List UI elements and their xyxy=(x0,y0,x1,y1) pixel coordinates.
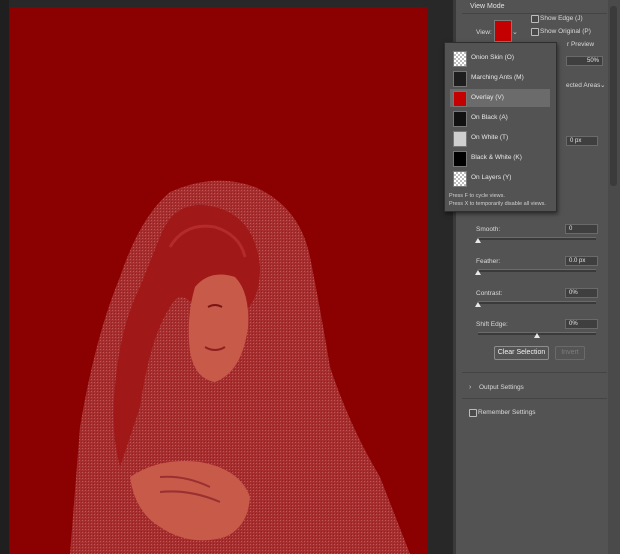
overlay-thumbnail-icon xyxy=(453,91,467,107)
menu-item-label: On Black (A) xyxy=(471,114,508,121)
menu-item-onion-skin[interactable]: Onion Skin (O) xyxy=(450,49,550,67)
on-white-thumbnail-icon xyxy=(453,131,467,147)
chevron-down-icon[interactable]: ⌄ xyxy=(600,81,605,89)
view-mode-menu: Onion Skin (O) Marching Ants (M) Overlay… xyxy=(444,42,557,212)
shift-edge-slider-thumb[interactable] xyxy=(534,333,540,338)
shift-edge-field[interactable]: 0% xyxy=(565,319,598,329)
display-dropdown[interactable]: ected Areas xyxy=(566,82,600,89)
menu-item-overlay[interactable]: Overlay (V) xyxy=(450,89,550,107)
chevron-right-icon[interactable]: › xyxy=(469,384,471,391)
section-divider xyxy=(462,13,607,14)
onion-skin-thumbnail-icon xyxy=(453,51,467,67)
portrait-image xyxy=(10,7,428,554)
view-mode-thumbnail[interactable] xyxy=(494,20,512,42)
feather-slider[interactable] xyxy=(478,269,596,272)
black-white-thumbnail-icon xyxy=(453,151,467,167)
contrast-slider[interactable] xyxy=(478,301,596,304)
menu-item-black-white[interactable]: Black & White (K) xyxy=(450,149,550,167)
canvas-gutter xyxy=(0,0,9,554)
menu-item-label: Overlay (V) xyxy=(471,94,504,101)
contrast-label: Contrast: xyxy=(476,290,503,297)
show-edge-label: Show Edge (J) xyxy=(540,15,583,22)
menu-hint: Press X to temporarily disable all views… xyxy=(449,201,546,207)
menu-hint: Press F to cycle views. xyxy=(449,193,505,199)
feather-slider-thumb[interactable] xyxy=(475,270,481,275)
photo-overlay-preview[interactable] xyxy=(10,7,428,554)
shift-edge-label: Shift Edge: xyxy=(476,321,508,328)
menu-item-on-white[interactable]: On White (T) xyxy=(450,129,550,147)
section-divider xyxy=(462,372,607,373)
invert-button[interactable]: Invert xyxy=(555,346,585,360)
panel-scrollbar-thumb[interactable] xyxy=(610,6,617,186)
smooth-slider[interactable] xyxy=(478,237,596,240)
preview-label: r Preview xyxy=(567,41,595,48)
smooth-slider-thumb[interactable] xyxy=(475,238,481,243)
remember-settings-checkbox[interactable] xyxy=(469,409,477,417)
menu-item-on-black[interactable]: On Black (A) xyxy=(450,109,550,127)
marching-ants-thumbnail-icon xyxy=(453,71,467,87)
view-mode-heading: View Mode xyxy=(470,3,505,10)
remember-settings-label: Remember Settings xyxy=(478,409,536,416)
menu-item-marching-ants[interactable]: Marching Ants (M) xyxy=(450,69,550,87)
menu-item-label: Onion Skin (O) xyxy=(471,54,514,61)
on-layers-thumbnail-icon xyxy=(453,171,467,187)
menu-item-label: On White (T) xyxy=(471,134,509,141)
show-edge-checkbox[interactable] xyxy=(531,15,539,23)
feather-label: Feather: xyxy=(476,258,501,265)
clear-selection-button[interactable]: Clear Selection xyxy=(494,346,549,360)
menu-item-label: Black & White (K) xyxy=(471,154,522,161)
smooth-label: Smooth: xyxy=(476,226,501,233)
section-divider xyxy=(462,398,607,399)
menu-item-label: Marching Ants (M) xyxy=(471,74,524,81)
contrast-field[interactable]: 0% xyxy=(565,288,598,298)
radius-field[interactable]: 0 px xyxy=(566,136,598,146)
opacity-field[interactable]: 50% xyxy=(566,56,603,66)
on-black-thumbnail-icon xyxy=(453,111,467,127)
contrast-slider-thumb[interactable] xyxy=(475,302,481,307)
view-label: View: xyxy=(476,29,492,36)
smooth-field[interactable]: 0 xyxy=(565,224,598,234)
show-original-checkbox[interactable] xyxy=(531,28,539,36)
feather-field[interactable]: 0.0 px xyxy=(565,256,598,266)
show-original-label: Show Original (P) xyxy=(540,28,591,35)
output-settings-heading[interactable]: Output Settings xyxy=(479,384,524,391)
chevron-down-icon[interactable]: ⌄ xyxy=(512,28,518,36)
menu-item-on-layers[interactable]: On Layers (Y) xyxy=(450,169,550,187)
menu-item-label: On Layers (Y) xyxy=(471,174,512,181)
